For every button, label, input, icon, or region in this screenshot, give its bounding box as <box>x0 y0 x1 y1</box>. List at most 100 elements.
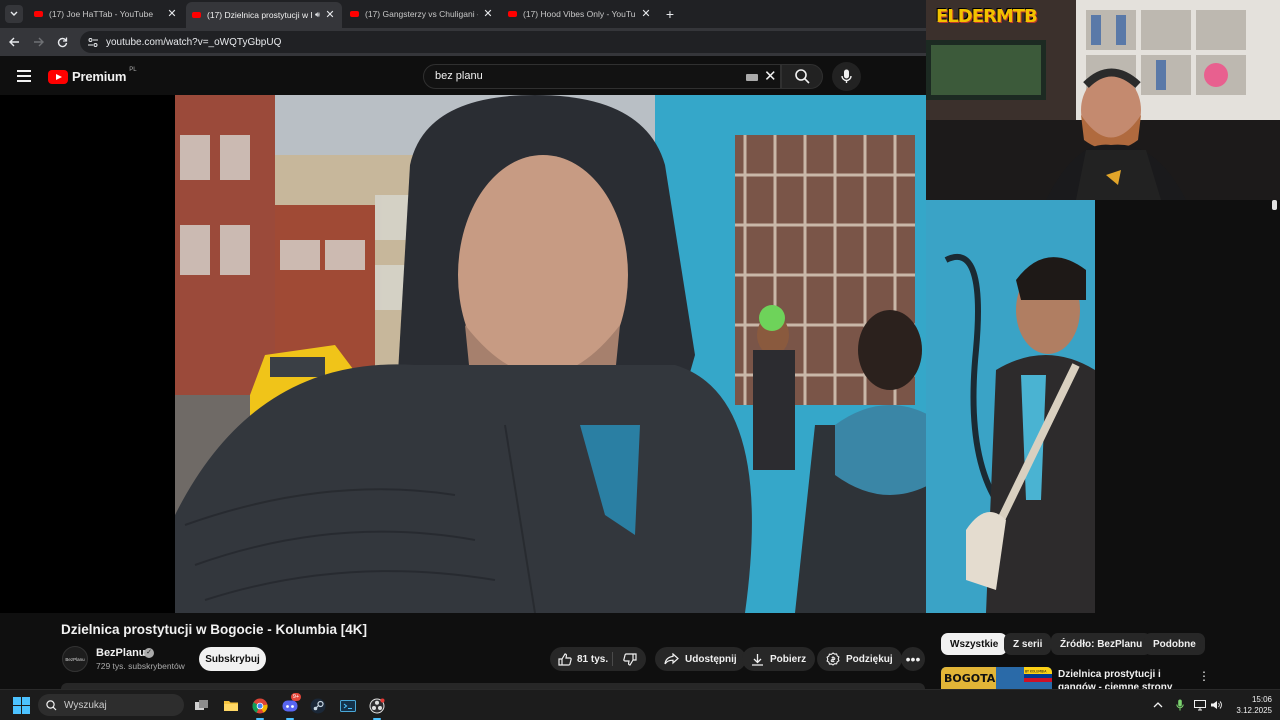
forward-button[interactable] <box>30 34 46 50</box>
video-frame[interactable] <box>175 95 926 613</box>
windows-start-icon[interactable] <box>13 697 30 714</box>
thanks-button[interactable]: Podziękuj <box>817 647 902 671</box>
url-text: youtube.com/watch?v=_oWQTyGbpUQ <box>106 36 282 48</box>
related-thumbnail-image: BOGOTA BY KOLUMBIA <box>941 667 1052 689</box>
browser-tab[interactable]: (17) Gangsterzy vs Chuligani - YouTube ✕ <box>344 2 500 26</box>
tab-title: (17) Joe HaTTab - YouTube <box>49 9 154 19</box>
screen: (17) Joe HaTTab - YouTube ✕ (17) Dzielni… <box>0 0 1280 720</box>
subscriber-count: 729 tys. subskrybentów <box>96 661 185 671</box>
microphone-icon[interactable] <box>1174 699 1186 711</box>
chip-all[interactable]: Wszystkie <box>941 633 1008 655</box>
obs-icon[interactable] <box>367 696 386 720</box>
thumbs-down-icon <box>622 652 637 666</box>
like-count: 81 tys. <box>577 653 609 665</box>
verified-icon: ✓ <box>144 648 154 658</box>
youtube-favicon-icon <box>192 12 201 18</box>
youtube-favicon-icon <box>508 11 517 17</box>
channel-avatar-text: BezPlanu <box>65 656 85 662</box>
close-tab-icon[interactable]: ✕ <box>482 8 494 20</box>
taskbar: Wyszukaj 9+ 15:06 3.12.2025 <box>0 689 1280 720</box>
video-title: Dzielnica prostytucji w Bogocie - Kolumb… <box>61 622 368 637</box>
video-side-image <box>926 200 1095 613</box>
chip-related[interactable]: Podobne <box>1144 633 1205 655</box>
chip-source-channel[interactable]: Źródło: BezPlanu <box>1051 633 1152 655</box>
browser-toolbar: youtube.com/watch?v=_oWQTyGbpUQ <box>0 28 926 56</box>
voice-search-button[interactable] <box>832 62 861 91</box>
youtube-favicon-icon <box>34 11 43 17</box>
search-input[interactable]: bez planu ✕ <box>423 64 781 89</box>
youtube-favicon-icon <box>350 11 359 17</box>
more-vertical-icon[interactable]: ⋮ <box>1198 668 1210 684</box>
browser-tab-active[interactable]: (17) Dzielnica prostytucji w Bogocie - K… <box>186 2 342 28</box>
logo-text: Premium <box>72 69 127 84</box>
related-thumb-text: BOGOTA <box>944 672 996 685</box>
terminal-icon[interactable] <box>338 696 357 715</box>
stream-logo: ELDERMTB <box>936 6 1038 27</box>
share-label: Udostępnij <box>685 653 737 665</box>
arrow-left-icon <box>8 37 19 47</box>
close-tab-icon[interactable]: ✕ <box>166 8 178 20</box>
search-query: bez planu <box>435 70 483 82</box>
share-button[interactable]: Udostępnij <box>655 647 746 671</box>
more-horizontal-icon: ••• <box>905 651 921 667</box>
site-info-icon[interactable] <box>88 37 98 47</box>
streamer-webcam: ELDERMTB <box>926 0 1280 200</box>
discord-icon[interactable]: 9+ <box>280 693 301 720</box>
download-button[interactable]: Pobierz <box>742 647 816 671</box>
keyboard-icon[interactable] <box>746 74 758 81</box>
subscribe-button[interactable]: Subskrybuj <box>199 647 266 671</box>
network-icon[interactable] <box>1194 699 1206 711</box>
dislike-button[interactable] <box>613 647 646 671</box>
channel-name[interactable]: BezPlanu <box>96 647 146 659</box>
search-icon <box>46 699 57 710</box>
webcam-side-panel <box>1095 200 1280 630</box>
more-actions-button[interactable]: ••• <box>901 647 925 671</box>
clear-search-icon[interactable]: ✕ <box>764 68 777 86</box>
chrome-icon[interactable] <box>250 696 269 720</box>
download-label: Pobierz <box>770 653 807 665</box>
search-icon <box>794 69 810 84</box>
close-tab-icon[interactable]: ✕ <box>640 8 652 20</box>
discord-badge: 9+ <box>291 693 301 701</box>
share-icon <box>664 653 679 665</box>
browser-tab[interactable]: (17) Joe HaTTab - YouTube ✕ <box>28 2 184 26</box>
new-tab-button[interactable]: + <box>662 6 678 22</box>
related-video-thumbnail[interactable]: BOGOTA BY KOLUMBIA <box>941 667 1052 689</box>
microphone-icon <box>841 69 852 83</box>
search-button[interactable] <box>781 64 823 89</box>
webcam-image <box>926 0 1280 200</box>
task-view-icon[interactable] <box>192 696 211 715</box>
youtube-premium-logo[interactable]: Premium PL <box>48 66 137 84</box>
arrow-right-icon <box>33 37 44 47</box>
like-button[interactable]: 81 tys. <box>550 647 612 671</box>
reload-icon <box>57 37 67 47</box>
related-video-title[interactable]: Dzielnica prostytucji i gangów - ciemne … <box>1058 668 1192 689</box>
taskbar-clock[interactable]: 15:06 3.12.2025 <box>1228 694 1272 716</box>
steam-icon[interactable] <box>308 696 327 715</box>
volume-icon[interactable] <box>1210 699 1222 711</box>
thumbs-up-icon <box>558 652 572 666</box>
menu-icon[interactable] <box>17 70 31 82</box>
video-player[interactable] <box>0 95 926 613</box>
address-bar[interactable]: youtube.com/watch?v=_oWQTyGbpUQ <box>80 31 926 53</box>
scrollbar-thumb[interactable] <box>1272 200 1277 210</box>
clock-date: 3.12.2025 <box>1236 706 1272 715</box>
clock-time: 15:06 <box>1251 695 1272 704</box>
tab-title: (17) Dzielnica prostytucji w Bogocie - K… <box>207 10 312 20</box>
speaker-icon[interactable]: 🔊︎ <box>315 10 320 20</box>
back-button[interactable] <box>6 34 22 50</box>
chip-from-series[interactable]: Z serii <box>1004 633 1052 655</box>
tab-search-button[interactable] <box>5 5 23 23</box>
reload-button[interactable] <box>54 34 70 50</box>
browser-tab[interactable]: (17) Hood Vibes Only - YouTube ✕ <box>502 2 658 26</box>
region-code: PL <box>129 66 137 73</box>
channel-avatar[interactable]: BezPlanu <box>62 646 88 672</box>
tray-overflow-icon[interactable] <box>1152 699 1164 711</box>
youtube-header: Premium PL bez planu ✕ <box>0 56 926 95</box>
thanks-label: Podziękuj <box>846 653 893 665</box>
file-explorer-icon[interactable] <box>221 696 240 715</box>
taskbar-search-placeholder: Wyszukaj <box>64 699 107 711</box>
youtube-play-icon <box>48 69 68 84</box>
taskbar-search[interactable]: Wyszukaj <box>38 694 184 716</box>
close-tab-icon[interactable]: ✕ <box>324 9 336 21</box>
